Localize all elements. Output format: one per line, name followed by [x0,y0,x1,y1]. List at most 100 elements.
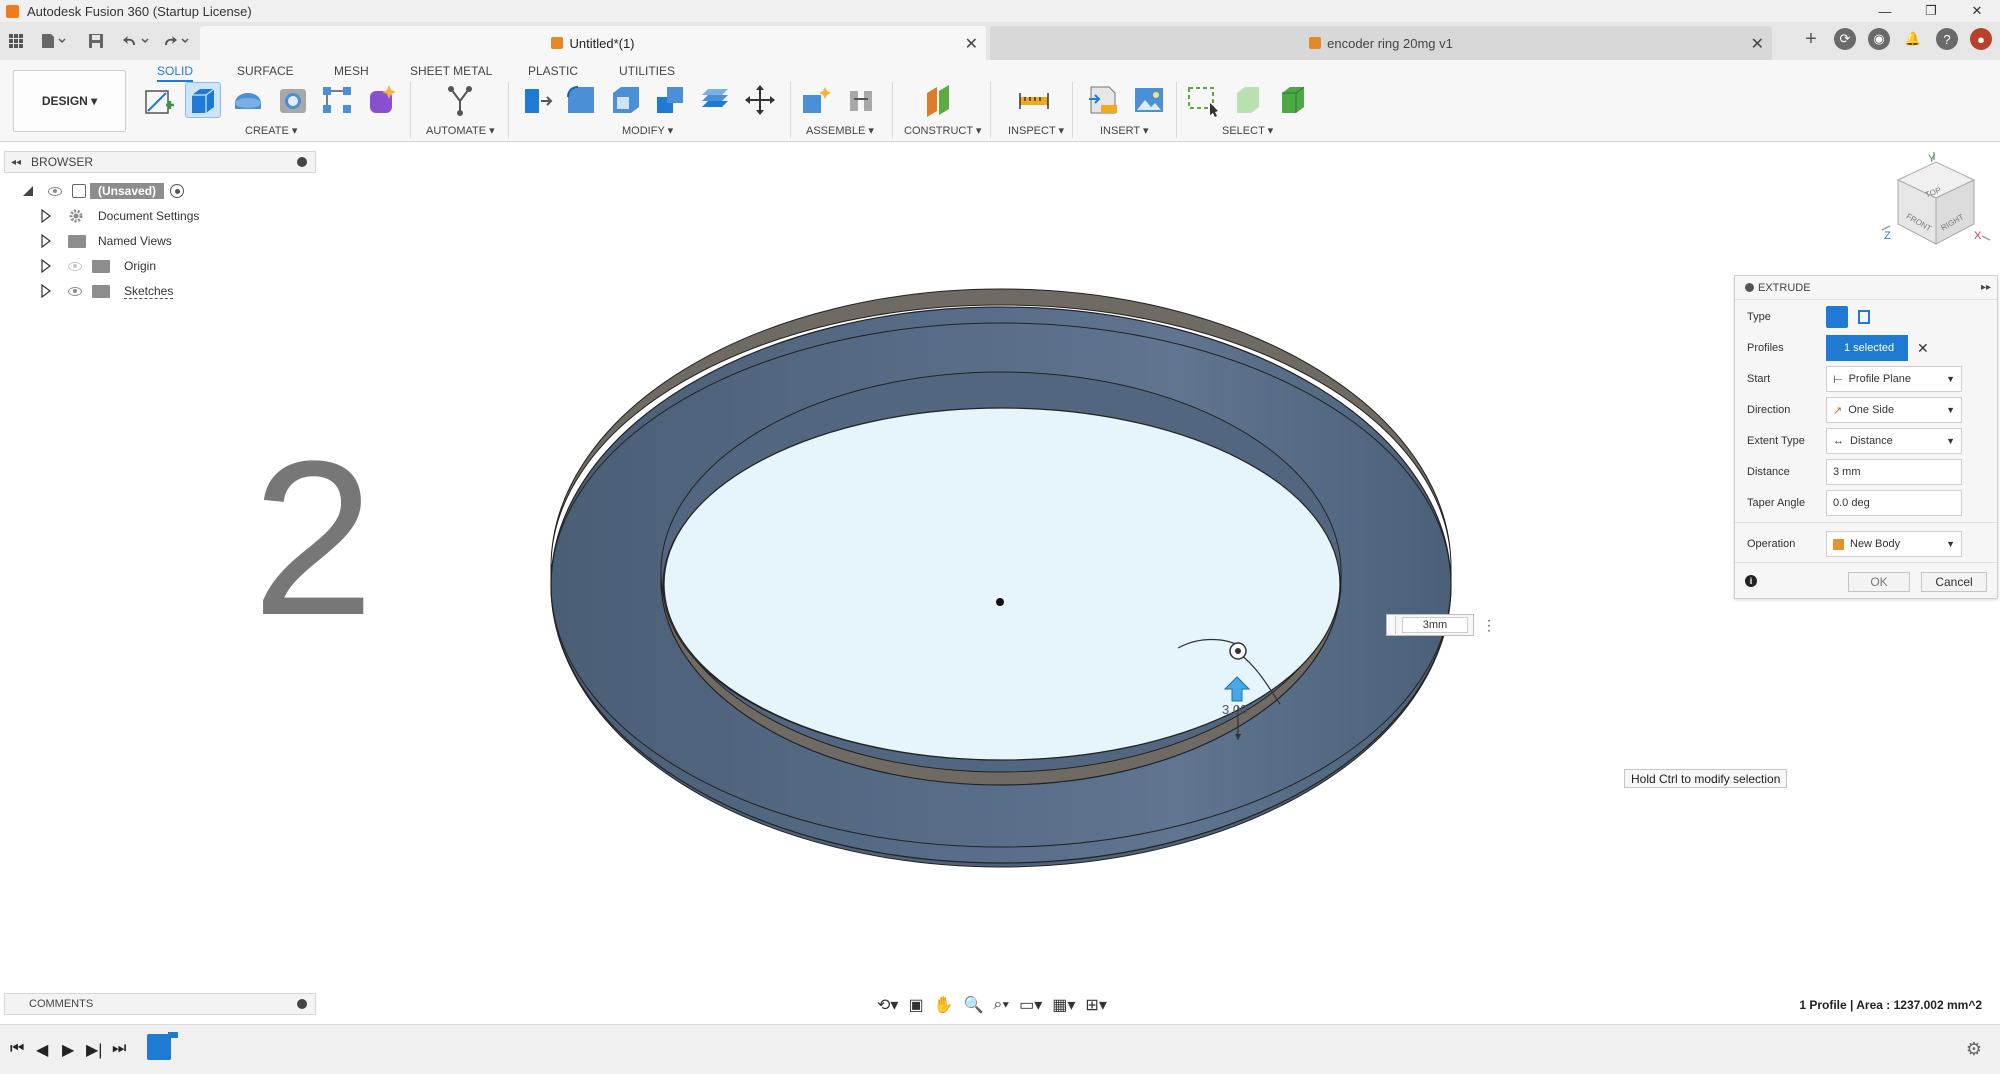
add-comment-icon[interactable] [297,999,307,1009]
dialog-divider [1735,522,1997,523]
new-tab-icon[interactable]: + [1800,28,1822,50]
press-pull-icon[interactable] [518,82,554,118]
timeline: ⏮ ◀ ▶ ▶| ⏭ ⚙ [0,1024,2000,1074]
step-back-icon[interactable]: ◀ [36,1040,48,1060]
insert-svg-icon[interactable] [1086,82,1122,118]
tab-plastic[interactable]: PLASTIC [528,64,578,78]
tab-sheet-metal[interactable]: SHEET METAL [410,64,492,78]
form-icon[interactable] [364,82,400,118]
new-component-icon[interactable] [798,82,834,118]
selection-status: 1 Profile | Area : 1237.002 mm^2 [1799,998,1982,1012]
operation-label: Operation [1747,538,1796,550]
operation-select[interactable]: New Body ▼ [1826,531,1962,557]
insert-group-label[interactable]: INSERT ▾ [1100,124,1149,137]
go-to-start-icon[interactable]: ⏮ [10,1040,24,1058]
select-body-icon[interactable] [1275,82,1311,118]
direction-select[interactable]: ↗ One Side ▼ [1826,397,1962,423]
tab-untitled-label: Untitled*(1) [569,35,635,51]
minimize-button[interactable]: — [1862,0,1908,22]
extent-type-select[interactable]: ↔ Distance ▼ [1826,428,1962,454]
assemble-group-label[interactable]: ASSEMBLE ▾ [806,124,874,137]
extrude-header[interactable]: EXTRUDE ▸▸ [1735,276,1997,300]
expand-dialog-icon[interactable]: ▸▸ [1981,282,1991,293]
offset-face-icon[interactable] [697,82,733,118]
move-icon[interactable] [742,82,778,118]
fillet-icon[interactable] [563,82,599,118]
more-options-icon[interactable]: ⋮ [1482,617,1496,634]
modify-group-label[interactable]: MODIFY ▾ [622,124,673,137]
fit-icon[interactable]: ⌕▾ [993,996,1009,1014]
tab-mesh[interactable]: MESH [334,64,369,78]
revolve-icon[interactable] [230,82,266,118]
save-icon[interactable] [88,30,104,52]
play-icon[interactable]: ▶ [62,1040,74,1060]
tab-utilities[interactable]: UTILITIES [619,64,675,78]
window-select-icon[interactable] [1185,82,1221,118]
undo-icon[interactable] [122,30,152,52]
extrude-icon[interactable] [185,82,221,118]
hole-icon[interactable] [275,82,311,118]
origin-point [996,598,1004,606]
zoom-icon[interactable]: 🔍 [963,995,983,1015]
go-to-end-icon[interactable]: ⏭ [112,1040,126,1058]
dialog-divider [1735,562,1997,563]
file-menu-icon[interactable] [40,30,66,52]
avatar[interactable]: ● [1970,28,1992,50]
job-status-icon[interactable]: ◉ [1868,28,1890,50]
cancel-button[interactable]: Cancel [1921,572,1987,592]
construct-group-label[interactable]: CONSTRUCT ▾ [904,124,981,137]
insert-canvas-icon[interactable] [1131,82,1167,118]
tab-surface[interactable]: SURFACE [237,64,294,78]
ok-button[interactable]: OK [1848,572,1910,592]
look-at-icon[interactable]: ▣ [908,995,923,1015]
display-settings-icon[interactable]: ▭▾ [1019,995,1042,1015]
comments-panel[interactable]: COMMENTS [4,993,316,1015]
close-tab-icon[interactable]: ✕ [965,34,978,54]
extensions-icon[interactable]: ⟳ [1834,28,1856,50]
rectangular-pattern-icon[interactable] [319,82,355,118]
shell-icon[interactable] [608,82,644,118]
timeline-marker[interactable] [168,1032,178,1038]
close-tab-icon[interactable]: ✕ [1751,34,1764,54]
automate-group-label[interactable]: AUTOMATE ▾ [426,124,495,137]
joint-icon[interactable] [843,82,879,118]
combine-icon[interactable] [652,82,688,118]
distance-label: Distance [1747,466,1790,478]
automate-icon[interactable] [442,82,478,118]
create-sketch-icon[interactable] [141,82,177,118]
workspace-switcher[interactable]: DESIGN ▾ [13,70,126,132]
pan-icon[interactable]: ✋ [934,995,954,1015]
timeline-settings-icon[interactable]: ⚙ [1966,1039,1982,1060]
redo-icon[interactable] [162,30,192,52]
help-icon[interactable]: ? [1936,28,1958,50]
info-icon[interactable]: i [1745,575,1757,587]
select-group-label[interactable]: SELECT ▾ [1222,124,1273,137]
grid-icon[interactable]: ▦▾ [1052,995,1075,1015]
measure-icon[interactable] [1016,82,1052,118]
inspect-group-label[interactable]: INSPECT ▾ [1008,124,1064,137]
profiles-selection-button[interactable]: 1 selected [1826,335,1908,361]
tab-solid[interactable]: SOLID [157,64,194,82]
clear-selection-icon[interactable]: ✕ [1917,340,1929,357]
tab-encoder-ring[interactable]: encoder ring 20mg v1 ✕ [990,26,1772,60]
offset-plane-icon[interactable] [922,82,958,118]
maximize-button[interactable]: ❐ [1908,0,1954,22]
type-solid-icon[interactable] [1826,306,1848,328]
viewports-icon[interactable]: ⊞▾ [1085,995,1106,1015]
step-forward-icon[interactable]: ▶| [86,1040,102,1060]
distance-inline-input[interactable]: 3mm [1402,617,1468,633]
tab-untitled[interactable]: Untitled*(1) ✕ [200,26,986,60]
close-window-button[interactable]: ✕ [1954,0,2000,22]
drag-handle[interactable] [1390,616,1396,634]
type-thin-icon[interactable] [1853,306,1875,328]
create-group-label[interactable]: CREATE ▾ [245,124,297,137]
fusion-logo-icon [6,4,19,18]
taper-angle-input[interactable]: 0.0 deg [1826,490,1962,516]
orbit-icon[interactable]: ⟲▾ [877,995,898,1015]
app-grid-icon[interactable] [8,30,24,52]
distance-manipulator[interactable]: 3mm [1386,614,1474,636]
start-select[interactable]: ⊢ Profile Plane ▼ [1826,366,1962,392]
notifications-icon[interactable]: 🔔 [1902,28,1924,50]
select-priority-icon[interactable] [1230,82,1266,118]
distance-input[interactable]: 3 mm [1826,459,1962,485]
